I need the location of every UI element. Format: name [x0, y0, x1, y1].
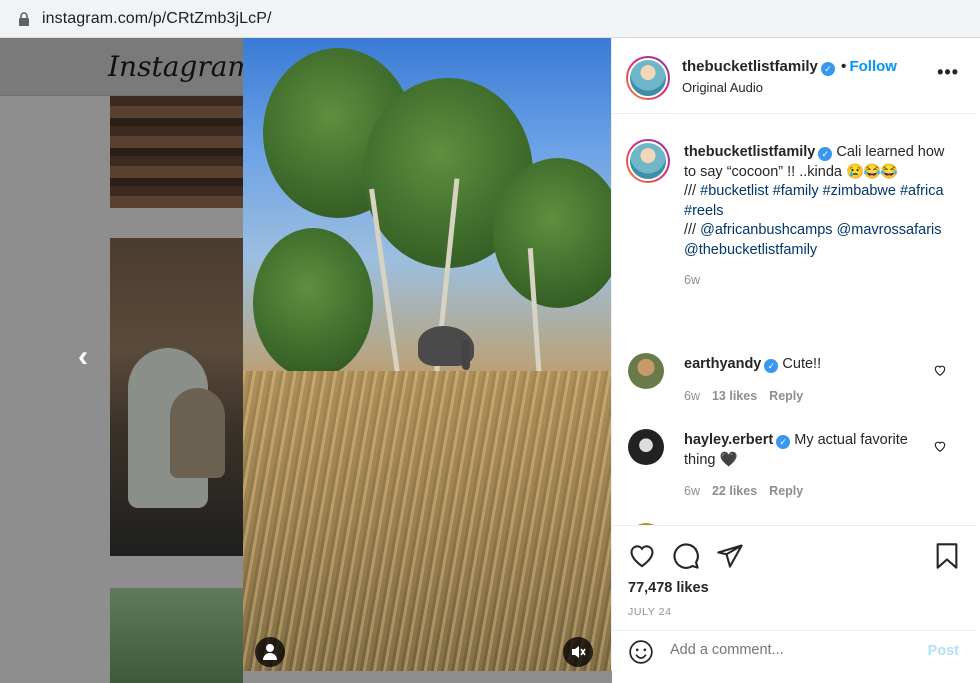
url-text[interactable]: instagram.com/p/CRtZmb3jLcP/ [42, 10, 272, 28]
comment-body: earthyandy ✓ Cute!! [684, 355, 924, 375]
grassland [243, 371, 611, 671]
post-comment-button[interactable]: Post [928, 643, 959, 659]
emoji-picker-icon[interactable] [628, 639, 654, 670]
post-actions: 77,478 likes JULY 24 [612, 525, 977, 629]
tree-canopy [493, 158, 611, 308]
background-thumbnail [110, 588, 243, 683]
comment-body: hayley.erbert ✓ My actual favorite thing … [684, 431, 924, 470]
post-date[interactable]: JULY 24 [628, 606, 672, 618]
instagram-logo: Instagram [108, 50, 254, 83]
elephant [418, 326, 474, 370]
child-figure [170, 388, 225, 478]
commenter-avatar[interactable] [628, 429, 664, 465]
add-comment-bar: Post [612, 630, 977, 671]
reply-button[interactable]: Reply [769, 484, 803, 498]
verified-badge-icon: ✓ [776, 435, 791, 449]
author-username[interactable]: thebucketlistfamily [682, 58, 818, 75]
verified-badge-icon: ✓ [818, 147, 833, 161]
share-paper-plane-icon[interactable] [716, 542, 744, 570]
verified-badge-icon: ✓ [820, 62, 835, 76]
url-field[interactable]: instagram.com/p/CRtZmb3jLcP/ [8, 5, 972, 33]
caption-emojis: 😢😂😂 [846, 163, 898, 180]
caption-avatar[interactable] [626, 139, 670, 183]
lock-icon[interactable] [16, 11, 32, 27]
comment-meta: 6w 22 likes Reply [684, 484, 815, 498]
reply-button[interactable]: Reply [769, 389, 803, 403]
comment-likes[interactable]: 22 likes [712, 484, 757, 498]
commenter-username[interactable]: hayley.erbert [684, 432, 773, 448]
browser-address-bar: instagram.com/p/CRtZmb3jLcP/ [0, 0, 980, 38]
previous-arrow-icon[interactable]: ‹ [78, 340, 88, 374]
caption-time[interactable]: 6w [684, 273, 700, 287]
add-comment-input[interactable] [670, 642, 900, 658]
reel-video[interactable] [243, 38, 611, 671]
author-line: thebucketlistfamily ✓ • Follow [682, 58, 897, 76]
comment-time[interactable]: 6w [684, 389, 700, 403]
comment-meta: 6w 13 likes Reply [684, 389, 815, 403]
comments-section[interactable]: thebucketlistfamily ✓ Cali learned how to… [612, 115, 977, 525]
caption-mentions[interactable]: @africanbushcamps @mavrossafaris @thebuc… [684, 222, 942, 258]
like-heart-icon[interactable] [628, 542, 656, 568]
tagged-user-icon[interactable] [255, 637, 285, 667]
author-avatar[interactable] [626, 56, 670, 100]
like-comment-heart-icon[interactable] [933, 439, 947, 453]
original-audio-link[interactable]: Original Audio [682, 80, 763, 95]
separator-dot: • [840, 58, 847, 75]
likes-count[interactable]: 77,478 likes [628, 580, 709, 596]
follow-button[interactable]: Follow [849, 58, 897, 75]
verified-badge-icon: ✓ [764, 359, 779, 373]
more-options-icon[interactable]: ••• [937, 62, 959, 83]
comment-time[interactable]: 6w [684, 484, 700, 498]
comment-item: earthyandy ✓ Cute!! 6w 13 likes Reply [612, 353, 977, 429]
save-bookmark-icon[interactable] [934, 542, 960, 570]
comment-bubble-icon[interactable] [672, 542, 700, 570]
background-thumbnail [110, 96, 243, 208]
mute-icon[interactable] [563, 637, 593, 667]
comment-likes[interactable]: 13 likes [712, 389, 757, 403]
like-comment-heart-icon[interactable] [933, 363, 947, 377]
post-panel: thebucketlistfamily ✓ • Follow Original Aud… [611, 38, 977, 671]
comment-text: Cute!! [782, 356, 822, 372]
caption-separator: /// [684, 222, 697, 238]
commenter-avatar[interactable] [628, 353, 664, 389]
comment-item: hayley.erbert ✓ My actual favorite thing … [612, 429, 977, 525]
post-caption: thebucketlistfamily ✓ Cali learned how to… [684, 143, 954, 260]
commenter-username[interactable]: earthyandy [684, 356, 761, 372]
background-thumbnail [110, 238, 243, 556]
post-header: thebucketlistfamily ✓ • Follow Original Aud… [612, 38, 977, 114]
tree-canopy [253, 228, 373, 378]
caption-username[interactable]: thebucketlistfamily [684, 144, 815, 160]
caption-hashtags[interactable]: #bucketlist #family #zimbabwe #africa #r… [684, 183, 944, 219]
caption-separator: /// [684, 183, 697, 199]
